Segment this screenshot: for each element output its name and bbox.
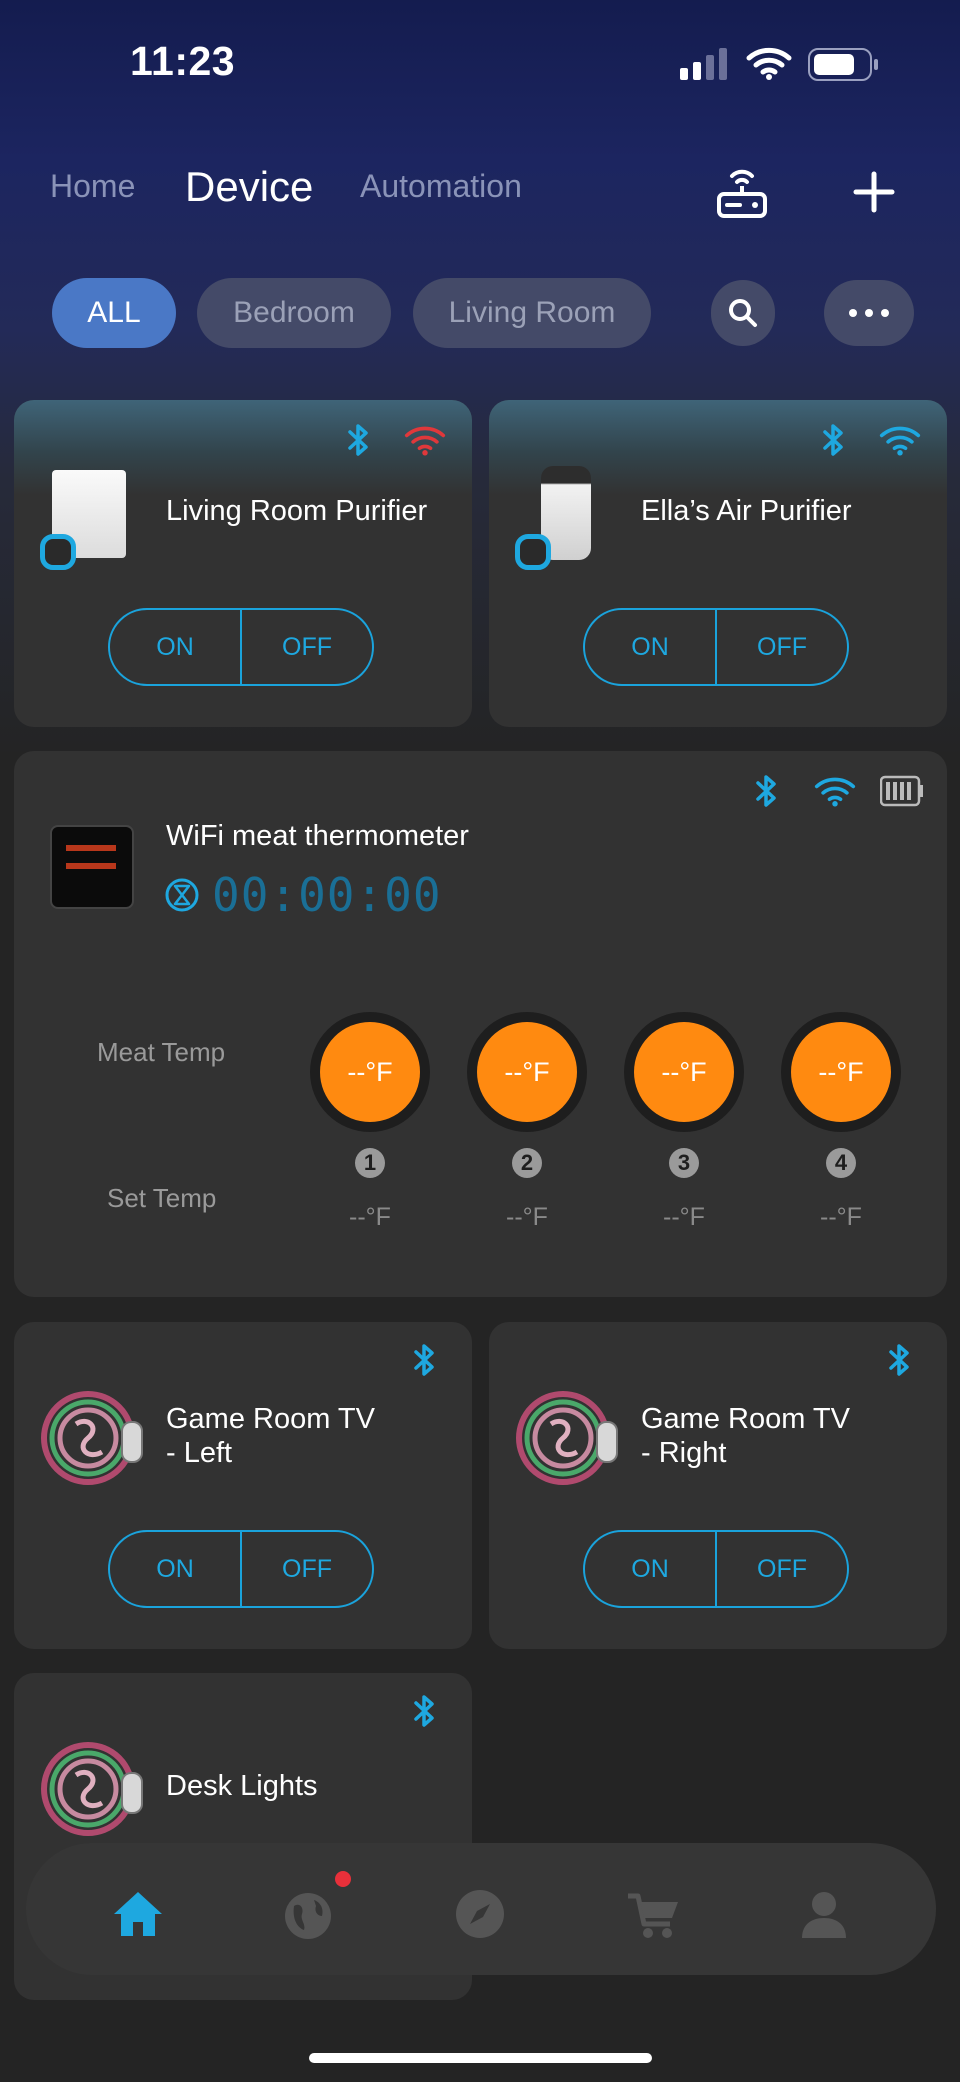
notification-badge (335, 1871, 351, 1887)
device-name: Desk Lights (166, 1770, 318, 1802)
meat-temp-label: Meat Temp (97, 1037, 226, 1067)
tab-home[interactable]: Home (50, 168, 135, 205)
device-card-game-room-tv-right[interactable]: Game Room TV - Right ON OFF (489, 1322, 947, 1649)
battery-icon (808, 48, 878, 81)
filter-living-room[interactable]: Living Room (413, 278, 651, 348)
timer-icon (165, 878, 199, 912)
compass-icon[interactable] (452, 1886, 508, 1942)
on-button[interactable]: ON (110, 1532, 242, 1606)
bluetooth-icon (823, 424, 843, 456)
probe-3-meat-temp: --°F (624, 1012, 744, 1132)
probe-1-set-temp: --°F (349, 1203, 391, 1231)
probe-2-meat-temp: --°F (467, 1012, 587, 1132)
device-card-meat-thermometer[interactable]: WiFi meat thermometer 00:00:00 Meat Temp… (14, 751, 947, 1297)
cart-icon[interactable] (626, 1886, 682, 1942)
probe-2-number: 2 (512, 1148, 542, 1178)
off-button[interactable]: OFF (717, 1532, 847, 1606)
probe-4-meat-temp: --°F (781, 1012, 901, 1132)
off-button[interactable]: OFF (242, 610, 372, 684)
gateway-icon[interactable] (710, 160, 774, 224)
light-strip-icon (41, 1391, 143, 1485)
wifi-status-icon (746, 47, 792, 80)
probe-3-set-temp: --°F (663, 1203, 705, 1231)
search-icon (729, 299, 757, 327)
device-name-line-2: - Right (641, 1437, 727, 1469)
bluetooth-icon (889, 1344, 909, 1376)
device-card-game-room-tv-left[interactable]: Game Room TV - Left ON OFF (14, 1322, 472, 1649)
power-toggle[interactable]: ON OFF (583, 608, 849, 686)
tab-automation[interactable]: Automation (360, 168, 522, 205)
timer-display: 00:00:00 (212, 868, 442, 922)
filter-all[interactable]: ALL (52, 278, 176, 348)
power-toggle[interactable]: ON OFF (108, 608, 374, 686)
more-button[interactable] (824, 280, 914, 346)
wifi-connected-icon (879, 426, 921, 456)
alexa-icon (515, 534, 551, 570)
on-button[interactable]: ON (585, 1532, 717, 1606)
bluetooth-icon (756, 775, 776, 807)
more-icon (849, 309, 889, 317)
probe-4-number: 4 (826, 1148, 856, 1178)
device-name: Living Room Purifier (166, 495, 428, 527)
probe-1-number: 1 (355, 1148, 385, 1178)
device-card-living-room-purifier[interactable]: Living Room Purifier ON OFF (14, 400, 472, 727)
device-card-ellas-air-purifier[interactable]: Ella’s Air Purifier ON OFF (489, 400, 947, 727)
thermometer-image (50, 825, 134, 909)
wifi-connected-icon (814, 777, 856, 807)
alexa-icon (40, 534, 76, 570)
home-icon[interactable] (110, 1886, 166, 1942)
on-button[interactable]: ON (110, 610, 242, 684)
status-time: 11:23 (130, 38, 236, 84)
bluetooth-icon (414, 1695, 434, 1727)
battery-level-icon (880, 775, 923, 807)
probe-4-set-temp: --°F (820, 1203, 862, 1231)
globe-icon[interactable] (280, 1886, 336, 1942)
light-strip-icon (516, 1391, 618, 1485)
power-toggle[interactable]: ON OFF (108, 1530, 374, 1608)
bluetooth-icon (414, 1344, 434, 1376)
tab-device[interactable]: Device (185, 163, 313, 211)
set-temp-label: Set Temp (107, 1183, 217, 1213)
device-name-line-1: Game Room TV (641, 1403, 850, 1435)
device-name: WiFi meat thermometer (166, 820, 469, 852)
search-button[interactable] (711, 280, 775, 346)
bluetooth-icon (348, 424, 368, 456)
home-indicator (309, 2053, 652, 2063)
device-name: Ella’s Air Purifier (641, 495, 852, 527)
profile-icon[interactable] (796, 1886, 852, 1942)
light-strip-icon (41, 1742, 143, 1836)
add-device-icon[interactable] (842, 160, 906, 224)
on-button[interactable]: ON (585, 610, 717, 684)
probe-2-set-temp: --°F (506, 1203, 548, 1231)
probe-3-number: 3 (669, 1148, 699, 1178)
device-name-line-2: - Left (166, 1437, 233, 1469)
probe-1-meat-temp: --°F (310, 1012, 430, 1132)
power-toggle[interactable]: ON OFF (583, 1530, 849, 1608)
filter-bedroom[interactable]: Bedroom (197, 278, 391, 348)
wifi-disconnected-icon (404, 426, 446, 456)
cellular-signal-icon (680, 48, 727, 80)
off-button[interactable]: OFF (717, 610, 847, 684)
device-name-line-1: Game Room TV (166, 1403, 375, 1435)
off-button[interactable]: OFF (242, 1532, 372, 1606)
